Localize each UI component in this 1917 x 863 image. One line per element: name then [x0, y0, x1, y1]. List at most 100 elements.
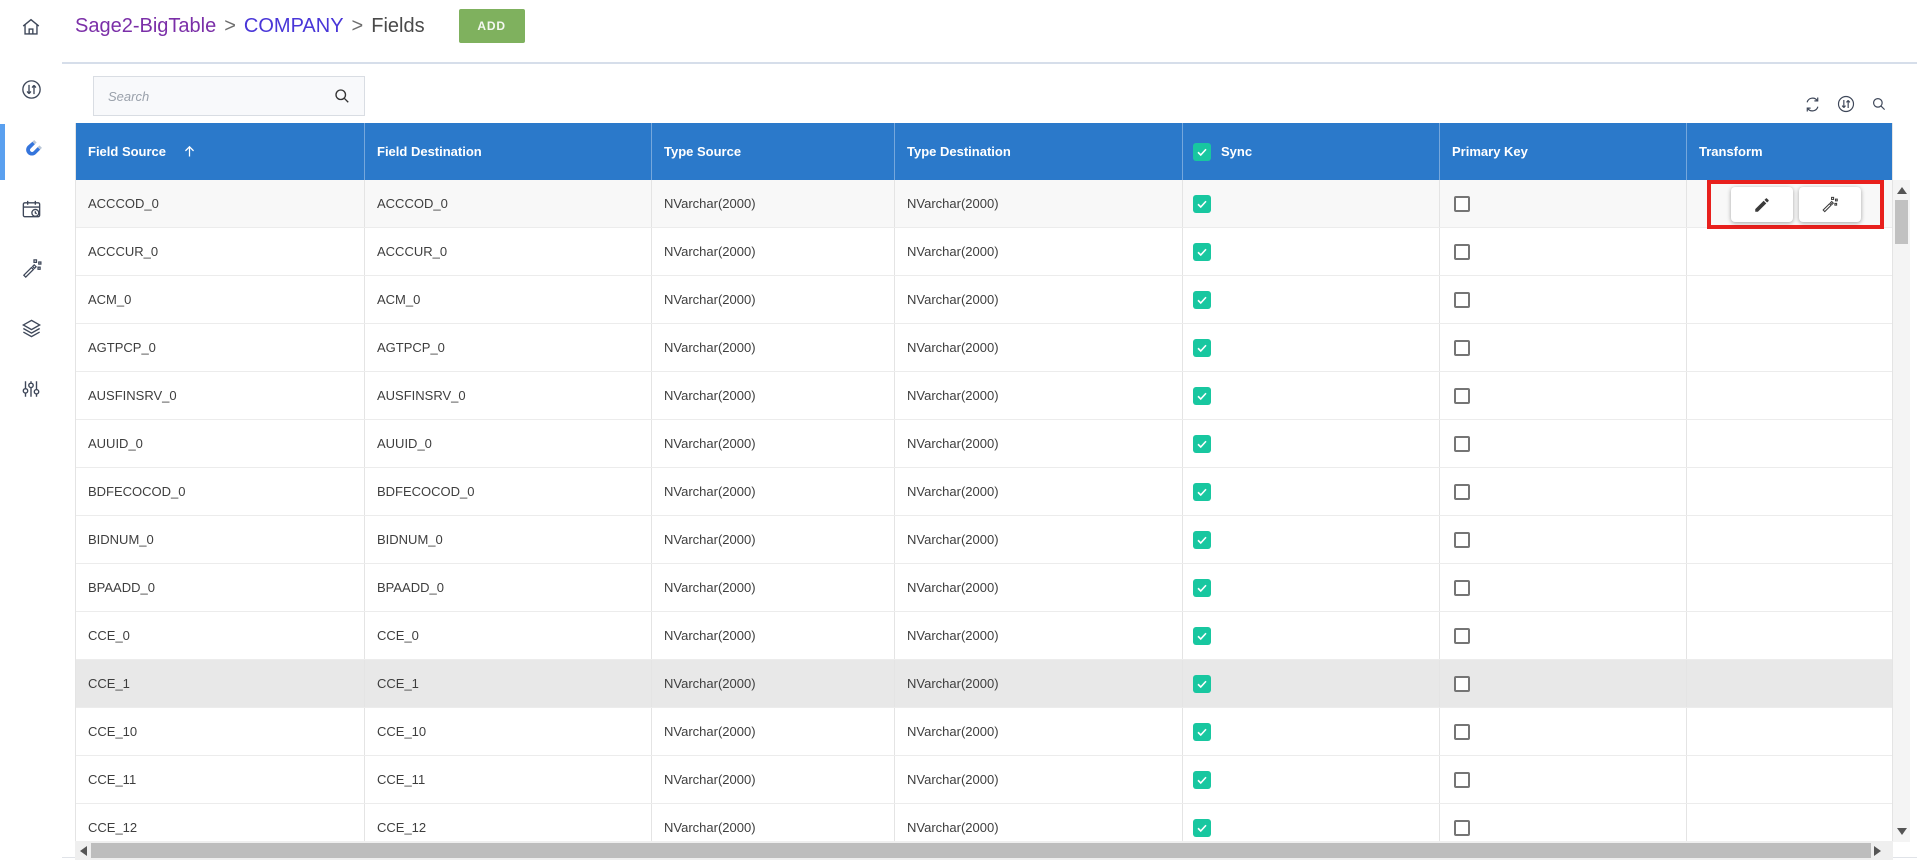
primary-key-checkbox[interactable] — [1454, 532, 1470, 548]
sync-checkbox[interactable] — [1193, 483, 1211, 501]
sync-checkbox[interactable] — [1193, 819, 1211, 837]
primary-key-checkbox[interactable] — [1454, 628, 1470, 644]
primary-key-checkbox[interactable] — [1454, 340, 1470, 356]
sync-circle-icon[interactable] — [1836, 94, 1856, 114]
field-source-value: CCE_11 — [88, 772, 136, 787]
add-button[interactable]: ADD — [459, 9, 525, 43]
edit-pencil-icon — [1753, 196, 1771, 214]
primary-key-checkbox[interactable] — [1454, 724, 1470, 740]
breadcrumb-table[interactable]: COMPANY — [244, 15, 344, 38]
search-icon[interactable] — [332, 86, 352, 106]
type-destination-value: NVarchar(2000) — [907, 436, 999, 451]
table-row[interactable]: CCE_11 CCE_11 NVarchar(2000) NVarchar(20… — [76, 756, 1892, 804]
table-row[interactable]: ACM_0 ACM_0 NVarchar(2000) NVarchar(2000… — [76, 276, 1892, 324]
edit-transform-button[interactable] — [1731, 187, 1793, 222]
sync-checkbox[interactable] — [1193, 195, 1211, 213]
scroll-left-arrow-icon[interactable] — [80, 846, 87, 856]
sync-checkbox[interactable] — [1193, 291, 1211, 309]
primary-key-checkbox[interactable] — [1454, 772, 1470, 788]
sidebar-item-transform[interactable] — [0, 249, 62, 287]
auto-transform-button[interactable] — [1799, 187, 1861, 222]
primary-key-checkbox[interactable] — [1454, 820, 1470, 836]
check-icon — [1196, 390, 1208, 402]
sync-checkbox[interactable] — [1193, 771, 1211, 789]
sync-checkbox[interactable] — [1193, 243, 1211, 261]
column-header-type-destination[interactable]: Type Destination — [895, 123, 1183, 180]
table-row[interactable]: CCE_10 CCE_10 NVarchar(2000) NVarchar(20… — [76, 708, 1892, 756]
sync-checkbox[interactable] — [1193, 627, 1211, 645]
sync-checkbox[interactable] — [1193, 339, 1211, 357]
sync-checkbox[interactable] — [1193, 579, 1211, 597]
column-header-type-source[interactable]: Type Source — [652, 123, 895, 180]
table-row[interactable]: BDFECOCOD_0 BDFECOCOD_0 NVarchar(2000) N… — [76, 468, 1892, 516]
column-label: Transform — [1699, 144, 1763, 159]
table-row[interactable]: BIDNUM_0 BIDNUM_0 NVarchar(2000) NVarcha… — [76, 516, 1892, 564]
field-destination-value: CCE_0 — [377, 628, 419, 643]
check-icon — [1196, 726, 1208, 738]
sidebar-item-schedule[interactable] — [0, 190, 62, 228]
table-row[interactable]: AUUID_0 AUUID_0 NVarchar(2000) NVarchar(… — [76, 420, 1892, 468]
table-row[interactable]: CCE_0 CCE_0 NVarchar(2000) NVarchar(2000… — [76, 612, 1892, 660]
primary-key-checkbox[interactable] — [1454, 292, 1470, 308]
type-destination-value: NVarchar(2000) — [907, 388, 999, 403]
sync-checkbox[interactable] — [1193, 675, 1211, 693]
horizontal-scroll-thumb[interactable] — [91, 843, 1871, 858]
vertical-scrollbar[interactable] — [1893, 180, 1910, 842]
type-destination-value: NVarchar(2000) — [907, 244, 999, 259]
table-row[interactable]: CCE_1 CCE_1 NVarchar(2000) NVarchar(2000… — [76, 660, 1892, 708]
magnet-icon — [19, 139, 43, 163]
sync-checkbox[interactable] — [1193, 387, 1211, 405]
table-toolbar — [1803, 94, 1888, 114]
table-row[interactable]: BPAADD_0 BPAADD_0 NVarchar(2000) NVarcha… — [76, 564, 1892, 612]
breadcrumb-connector[interactable]: Sage2-BigTable — [75, 15, 216, 38]
content-card: Field Source Field Destination Type Sour… — [62, 62, 1917, 858]
type-source-value: NVarchar(2000) — [664, 244, 756, 259]
sidebar-item-settings[interactable] — [0, 370, 62, 408]
calendar-clock-icon — [20, 198, 43, 221]
type-source-value: NVarchar(2000) — [664, 532, 756, 547]
column-header-field-source[interactable]: Field Source — [76, 123, 365, 180]
column-header-primary-key[interactable]: Primary Key — [1440, 123, 1687, 180]
sort-ascending-icon[interactable] — [182, 144, 197, 159]
type-source-value: NVarchar(2000) — [664, 484, 756, 499]
sidebar-item-home[interactable] — [0, 8, 62, 46]
search-input[interactable] — [94, 89, 332, 104]
primary-key-checkbox[interactable] — [1454, 676, 1470, 692]
field-destination-value: AUUID_0 — [377, 436, 432, 451]
sidebar — [0, 0, 62, 863]
sync-checkbox[interactable] — [1193, 435, 1211, 453]
column-header-field-destination[interactable]: Field Destination — [365, 123, 652, 180]
sync-checkbox[interactable] — [1193, 531, 1211, 549]
type-source-value: NVarchar(2000) — [664, 340, 756, 355]
scroll-right-arrow-icon[interactable] — [1874, 846, 1881, 856]
type-source-value: NVarchar(2000) — [664, 628, 756, 643]
primary-key-checkbox[interactable] — [1454, 484, 1470, 500]
table-row[interactable]: AGTPCP_0 AGTPCP_0 NVarchar(2000) NVarcha… — [76, 324, 1892, 372]
check-icon — [1196, 486, 1208, 498]
scroll-down-arrow-icon[interactable] — [1897, 828, 1907, 835]
search-icon[interactable] — [1870, 95, 1888, 113]
primary-key-checkbox[interactable] — [1454, 388, 1470, 404]
field-source-value: CCE_12 — [88, 820, 137, 835]
vertical-scroll-thumb[interactable] — [1895, 200, 1908, 244]
column-label: Type Source — [664, 144, 741, 159]
sidebar-item-transfers[interactable] — [0, 70, 62, 108]
primary-key-checkbox[interactable] — [1454, 580, 1470, 596]
field-destination-value: BDFECOCOD_0 — [377, 484, 475, 499]
column-header-transform[interactable]: Transform — [1687, 123, 1892, 180]
scroll-up-arrow-icon[interactable] — [1897, 187, 1907, 194]
primary-key-checkbox[interactable] — [1454, 436, 1470, 452]
refresh-icon[interactable] — [1803, 95, 1822, 114]
sidebar-item-mapping[interactable] — [0, 132, 62, 170]
sync-all-checkbox[interactable] — [1193, 143, 1211, 161]
primary-key-checkbox[interactable] — [1454, 196, 1470, 212]
horizontal-scrollbar[interactable] — [75, 841, 1893, 860]
sync-checkbox[interactable] — [1193, 723, 1211, 741]
column-header-sync[interactable]: Sync — [1183, 123, 1440, 180]
table-row[interactable]: ACCCUR_0 ACCCUR_0 NVarchar(2000) NVarcha… — [76, 228, 1892, 276]
table-row[interactable]: AUSFINSRV_0 AUSFINSRV_0 NVarchar(2000) N… — [76, 372, 1892, 420]
primary-key-checkbox[interactable] — [1454, 244, 1470, 260]
table-row[interactable]: ACCCOD_0 ACCCOD_0 NVarchar(2000) NVarcha… — [76, 180, 1892, 228]
field-source-value: AUSFINSRV_0 — [88, 388, 177, 403]
sidebar-item-layers[interactable] — [0, 309, 62, 347]
